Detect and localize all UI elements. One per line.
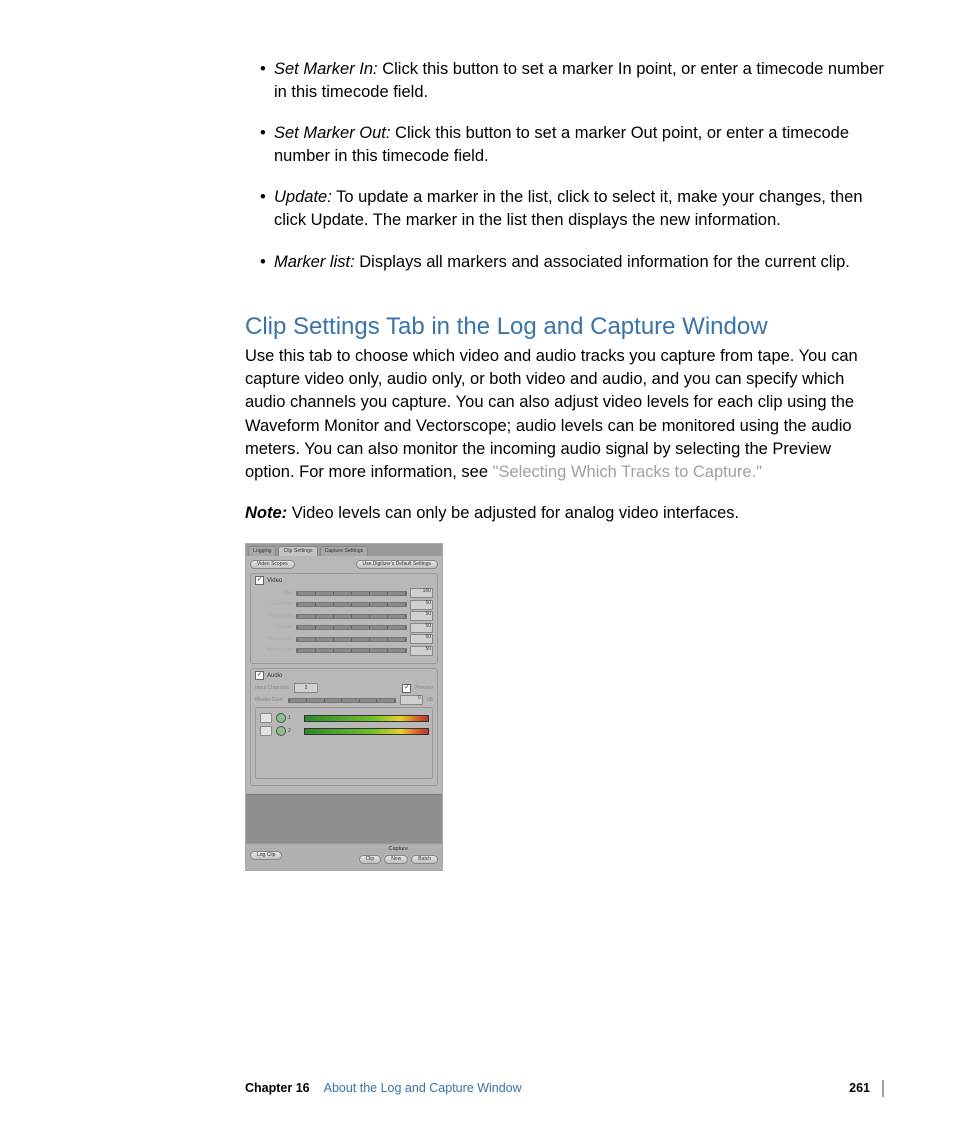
tab-logging[interactable]: Logging	[248, 546, 276, 556]
slider-value[interactable]: 50	[410, 646, 433, 656]
preview-checkbox[interactable]: ✓	[402, 684, 411, 693]
video-group-label: Video	[267, 578, 282, 584]
slider-value[interactable]: 50	[410, 611, 433, 621]
capture-batch-button[interactable]: Batch	[411, 855, 438, 864]
capture-clip-button[interactable]: Clip	[359, 855, 382, 864]
bullet-list: Set Marker In: Click this button to set …	[245, 58, 884, 274]
empty-region	[246, 794, 442, 843]
note-body: Video levels can only be adjusted for an…	[287, 504, 739, 522]
channel-1-meter	[304, 715, 429, 722]
log-clip-button[interactable]: Log Clip	[250, 851, 282, 860]
slider-label: White Level	[255, 648, 293, 653]
audio-group: ✓ Audio Input Channels: 2 ✓ Preview Mast…	[250, 668, 438, 786]
bullet-term: Set Marker In:	[274, 60, 378, 78]
bullet-term: Marker list:	[274, 253, 355, 271]
master-gain-label: Master Gain:	[255, 698, 284, 703]
audio-checkbox[interactable]: ✓	[255, 671, 264, 680]
tab-capture-settings[interactable]: Capture Settings	[320, 546, 369, 556]
meter-index: 1	[288, 716, 302, 721]
link-icon[interactable]	[260, 726, 272, 736]
intro-text: Use this tab to choose which video and a…	[245, 347, 858, 480]
slider-label: Brightness	[255, 614, 293, 619]
slider-label: Hue	[255, 591, 293, 596]
footer-chapter: Chapter 16	[245, 1080, 310, 1098]
master-gain-slider[interactable]	[288, 698, 396, 703]
page-footer: Chapter 16 About the Log and Capture Win…	[245, 1080, 884, 1098]
brightness-slider[interactable]	[296, 614, 407, 619]
black-level-slider[interactable]	[296, 637, 407, 642]
capture-now-button[interactable]: Now	[384, 855, 408, 864]
meter-index: 2	[288, 729, 302, 734]
footer-title: About the Log and Capture Window	[324, 1080, 522, 1098]
saturation-slider[interactable]	[296, 602, 407, 607]
capture-bar: Log Clip Capture Clip Now Batch	[246, 843, 442, 870]
audio-group-label: Audio	[267, 673, 282, 679]
bullet-body: To update a marker in the list, click to…	[274, 188, 863, 229]
channel-2-meter	[304, 728, 429, 735]
footer-page-number: 261	[849, 1080, 870, 1098]
capture-label: Capture	[359, 847, 438, 853]
bullet-item: Set Marker In: Click this button to set …	[260, 58, 884, 104]
hue-slider[interactable]	[296, 591, 407, 596]
channel-knob[interactable]	[276, 713, 286, 723]
slider-value[interactable]: 50	[410, 600, 433, 610]
input-channels-label: Input Channels:	[255, 686, 290, 691]
bullet-term: Set Marker Out:	[274, 124, 390, 142]
tab-clip-settings[interactable]: Clip Settings	[278, 546, 317, 556]
db-suffix: dB	[427, 698, 433, 703]
preview-label: Preview	[415, 686, 433, 691]
intro-paragraph: Use this tab to choose which video and a…	[245, 345, 884, 484]
white-level-slider[interactable]	[296, 648, 407, 653]
slider-value[interactable]: 180	[410, 588, 433, 598]
bullet-term: Update:	[274, 188, 332, 206]
slider-value[interactable]: 50	[410, 634, 433, 644]
bullet-item: Marker list: Displays all markers and as…	[260, 251, 884, 274]
bullet-body: Displays all markers and associated info…	[355, 253, 850, 271]
slider-label: Saturation	[255, 602, 293, 607]
input-channels-stepper[interactable]: 2	[294, 683, 318, 693]
channel-knob[interactable]	[276, 726, 286, 736]
master-gain-value[interactable]: 0	[400, 695, 423, 705]
speaker-icon[interactable]	[260, 713, 272, 723]
video-scopes-button[interactable]: Video Scopes	[250, 560, 295, 569]
bullet-item: Set Marker Out: Click this button to set…	[260, 122, 884, 168]
contrast-slider[interactable]	[296, 625, 407, 630]
slider-label: Contrast	[255, 625, 293, 630]
note-label: Note:	[245, 504, 287, 522]
video-group: ✓ Video Hue 180 Saturation 50 Brightness 50…	[250, 573, 438, 664]
bullet-item: Update: To update a marker in the list, …	[260, 186, 884, 232]
section-heading: Clip Settings Tab in the Log and Capture…	[245, 310, 884, 344]
video-checkbox[interactable]: ✓	[255, 576, 264, 585]
use-defaults-button[interactable]: Use Digitizer's Default Settings	[356, 560, 438, 569]
clip-settings-screenshot: Logging Clip Settings Capture Settings V…	[245, 543, 443, 871]
audio-meters: 1 2	[255, 707, 433, 779]
slider-value[interactable]: 50	[410, 623, 433, 633]
slider-label: Black Level	[255, 637, 293, 642]
intro-link[interactable]: "Selecting Which Tracks to Capture."	[493, 463, 762, 481]
tab-bar: Logging Clip Settings Capture Settings	[246, 544, 442, 556]
note-paragraph: Note: Video levels can only be adjusted …	[245, 502, 884, 525]
